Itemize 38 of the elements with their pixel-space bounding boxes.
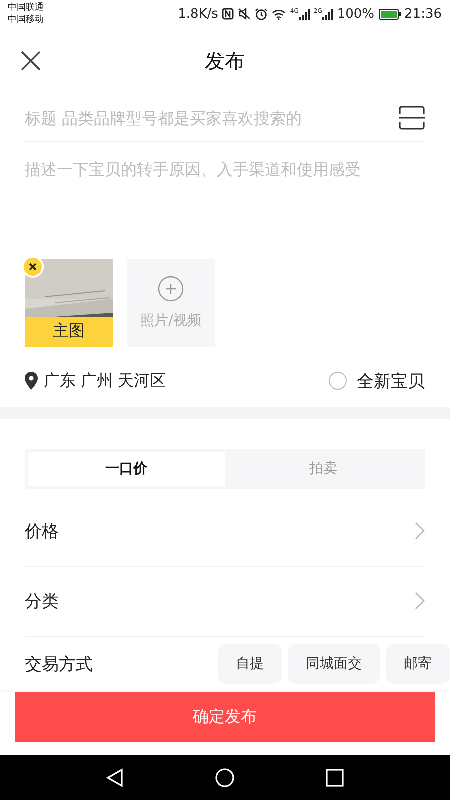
chevron-right-icon <box>415 592 425 610</box>
wifi-icon <box>272 8 286 20</box>
location-pin-icon <box>25 372 38 390</box>
recent-apps-icon[interactable] <box>326 768 344 786</box>
close-button[interactable] <box>20 50 42 72</box>
battery-level: 100% <box>337 6 375 22</box>
nfc-icon <box>222 8 234 20</box>
battery-icon <box>378 8 401 20</box>
signal-icon <box>298 8 310 20</box>
alarm-icon <box>255 8 268 20</box>
network-speed: 1.8K/s <box>178 6 218 22</box>
price-mode-tab[interactable]: 一口价 <box>28 452 225 486</box>
brand-new-checkbox[interactable]: 全新宝贝 <box>329 370 425 393</box>
carrier-name: 中国移动 <box>8 14 44 26</box>
trade-method-label: 交易方式 <box>25 654 93 676</box>
description-field[interactable]: 描述一下宝贝的转手原因、入手渠道和使用感受 <box>25 160 425 240</box>
scan-icon <box>399 106 425 130</box>
close-icon <box>29 262 37 271</box>
chevron-right-icon <box>415 522 425 540</box>
home-icon[interactable] <box>214 768 235 788</box>
scan-button[interactable] <box>399 106 425 130</box>
main-image-label: 主图 <box>25 316 113 347</box>
trade-option[interactable]: 自提 <box>218 644 282 684</box>
back-icon[interactable] <box>106 768 124 788</box>
carrier-name: 中国联通 <box>8 2 44 14</box>
mute-icon <box>238 8 252 20</box>
trade-option[interactable]: 邮寄 <box>386 644 450 684</box>
clock-time: 21:36 <box>404 6 442 22</box>
title-field[interactable]: 标题 品类品牌型号都是买家喜欢搜索的 <box>25 108 389 128</box>
signal-icon <box>322 8 334 20</box>
settings-row[interactable]: 分类 <box>25 566 425 637</box>
page-title: 发布 <box>205 48 245 75</box>
plus-circle-icon <box>158 276 184 302</box>
location-text: 广东 广州 天河区 <box>44 370 166 392</box>
settings-row[interactable]: 价格 <box>25 496 425 567</box>
trade-option[interactable]: 同城面交 <box>288 644 380 684</box>
close-icon <box>20 50 42 72</box>
remove-button[interactable] <box>22 256 44 278</box>
